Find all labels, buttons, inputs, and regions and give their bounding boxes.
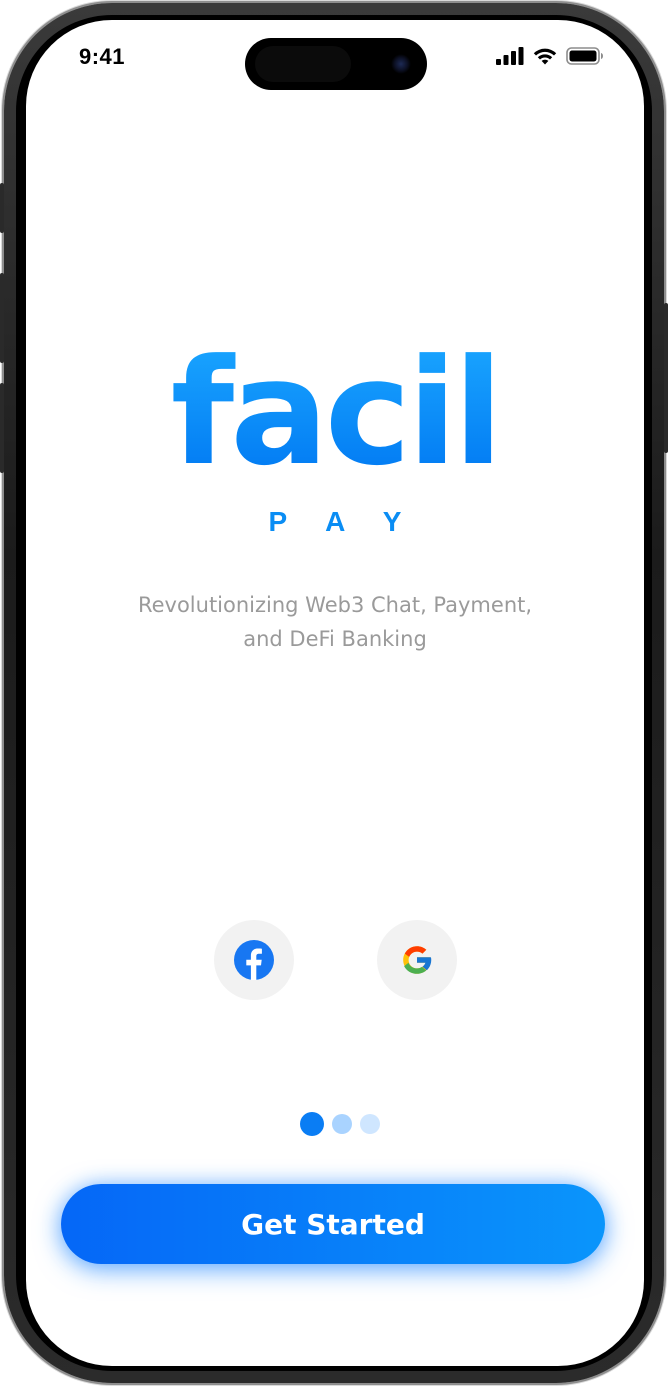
action-button <box>0 183 4 233</box>
google-icon <box>403 946 432 974</box>
tagline: Revolutionizing Web3 Chat, Payment, and … <box>137 593 533 651</box>
volume-down-button <box>0 383 4 473</box>
logo-wordmark: facil <box>26 338 644 488</box>
status-time: 9:41 <box>79 44 126 69</box>
cellular-signal-icon <box>496 47 524 65</box>
page-dot-1[interactable] <box>300 1112 324 1136</box>
page-dot-3[interactable] <box>360 1114 380 1134</box>
facebook-login-button[interactable] <box>214 920 294 1000</box>
status-icons <box>496 46 604 66</box>
app-screen: 9:41 facil PAY Revolutionizing Web3 Chat… <box>26 20 644 1366</box>
google-login-button[interactable] <box>377 920 457 1000</box>
front-camera-icon <box>391 54 411 74</box>
get-started-button[interactable]: Get Started <box>61 1184 605 1264</box>
volume-up-button <box>0 273 4 363</box>
wifi-icon <box>533 48 557 65</box>
dynamic-island <box>245 38 427 90</box>
power-button <box>664 303 668 453</box>
island-sensor <box>255 46 351 82</box>
logo-subtitle: PAY <box>268 506 442 537</box>
page-dot-2[interactable] <box>332 1114 352 1134</box>
page-indicator <box>300 1112 380 1136</box>
facebook-icon <box>234 940 274 980</box>
battery-icon <box>566 47 603 65</box>
